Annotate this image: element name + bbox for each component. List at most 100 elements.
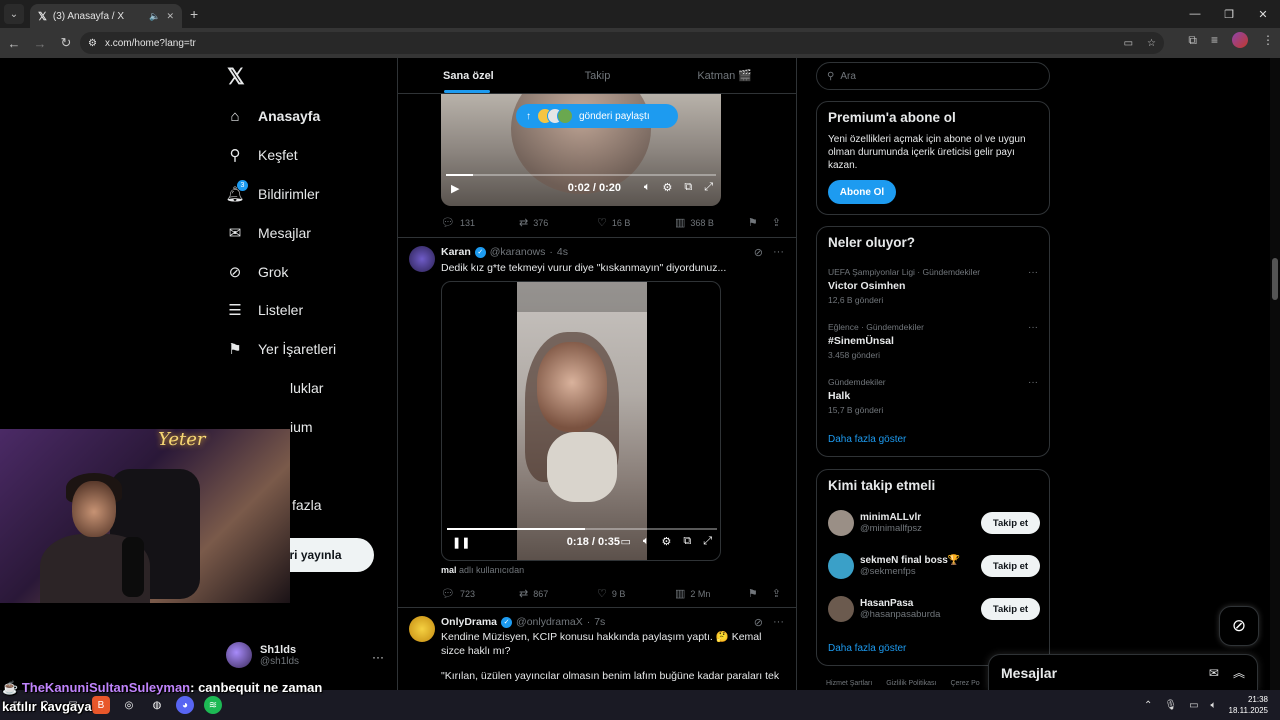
tab-search-button[interactable]: ⌄: [4, 4, 24, 24]
bookmark-icon[interactable]: ⚑: [748, 587, 758, 600]
forward-button[interactable]: →: [28, 36, 52, 51]
tweet-time[interactable]: 7s: [594, 616, 605, 628]
trend-item[interactable]: Eğlence · Gündemdekiler #SinemÜnsal 3.45…: [828, 322, 1038, 360]
nav-lists[interactable]: ☰ Listeler: [226, 298, 303, 322]
browser-tab[interactable]: 𝕏 (3) Anasayfa / X 🔈 ✕: [30, 4, 182, 28]
volume-icon[interactable]: 🔈︎: [644, 181, 651, 194]
new-posts-pill[interactable]: ↑ gönderi paylaştı: [516, 104, 678, 128]
share-icon[interactable]: ⇪: [772, 587, 781, 600]
views-button[interactable]: ▥ 368 B: [675, 216, 753, 229]
repost-button[interactable]: ⇄ 867: [519, 587, 597, 600]
nav-grok[interactable]: ⊘ Grok: [226, 260, 289, 284]
follow-button[interactable]: Takip et: [981, 555, 1040, 577]
cookie-link[interactable]: Çerez Po: [950, 680, 979, 687]
nav-bookmarks[interactable]: ⚑ Yer İşaretleri: [226, 337, 336, 361]
tweet-handle[interactable]: @karanows: [490, 246, 546, 258]
source-user[interactable]: mal: [441, 565, 457, 575]
terms-link[interactable]: Hizmet Şartları: [826, 680, 872, 687]
maximize-button[interactable]: ❐: [1212, 0, 1246, 28]
follow-suggestion[interactable]: sekmeN final boss🏆 @sekmenfps Takip et: [828, 553, 1040, 579]
follow-button[interactable]: Takip et: [981, 512, 1040, 534]
x-logo-icon[interactable]: 𝕏: [227, 64, 245, 90]
settings-icon[interactable]: ⚙: [661, 535, 671, 548]
show-more-follow-link[interactable]: Daha fazla göster: [828, 643, 906, 654]
new-tab-button[interactable]: +: [190, 6, 198, 22]
tweet-time[interactable]: 4s: [557, 246, 568, 258]
pip-icon[interactable]: ⧉: [683, 535, 691, 548]
reply-button[interactable]: 💬︎ 723: [441, 587, 519, 600]
tray-overflow-icon[interactable]: ⌃: [1144, 700, 1152, 711]
captions-icon[interactable]: ▭: [620, 535, 630, 548]
more-icon[interactable]: ···: [773, 616, 784, 629]
follow-button[interactable]: Takip et: [981, 598, 1040, 620]
media-control-icon[interactable]: ≡: [1211, 33, 1218, 47]
nav-premium[interactable]: ium: [290, 415, 313, 439]
expand-icon[interactable]: ︽: [1233, 664, 1245, 681]
tab-audio-icon[interactable]: 🔈: [149, 11, 160, 22]
account-switcher[interactable]: Sh1lds @sh1lds: [226, 642, 299, 668]
site-info-icon[interactable]: ⚙: [88, 38, 97, 49]
nav-communities[interactable]: luklar: [290, 376, 323, 400]
new-message-icon[interactable]: ✉: [1209, 666, 1219, 680]
cast-icon[interactable]: ▭: [1124, 38, 1133, 49]
follow-suggestion[interactable]: HasanPasa @hasanpasaburda Takip et: [828, 596, 1040, 622]
reply-button[interactable]: 💬︎ 131: [441, 216, 519, 229]
bookmark-star-icon[interactable]: ☆: [1147, 38, 1156, 49]
like-button[interactable]: ♡ 9 B: [597, 587, 675, 600]
privacy-link[interactable]: Gizlilik Politikası: [886, 680, 936, 687]
tweet1-video[interactable]: ↑ gönderi paylaştı ▶ 0:02 / 0:20 🔈︎ ⚙ ⧉ …: [441, 94, 721, 206]
grok-icon[interactable]: ⊘: [754, 246, 763, 259]
messages-drawer[interactable]: Mesajlar ✉ ︽: [988, 654, 1258, 690]
volume-icon[interactable]: 🔈︎: [643, 535, 650, 548]
nav-home[interactable]: ⌂ Anasayfa: [226, 104, 320, 128]
tab-layer[interactable]: Katman 🎬: [649, 58, 796, 93]
nav-notifications[interactable]: 🔔︎ 3 Bildirimler: [225, 180, 319, 206]
pause-icon[interactable]: ❚❚: [452, 536, 470, 549]
more-icon[interactable]: ···: [773, 246, 784, 259]
follow-suggestion[interactable]: minimALLvlr @minimallfpsz Takip et: [828, 510, 1040, 536]
bookmark-icon[interactable]: ⚑: [748, 216, 758, 229]
more-icon[interactable]: ···: [1028, 322, 1038, 333]
tweet2-video[interactable]: ❚❚ 0:18 / 0:35 ▭ 🔈︎ ⚙ ⧉ ⤢: [441, 281, 721, 561]
reload-button[interactable]: ↻: [54, 35, 78, 51]
tab-following[interactable]: Takip: [546, 58, 649, 93]
mic-icon[interactable]: 🎙︎: [1164, 700, 1177, 711]
like-button[interactable]: ♡ 16 B: [597, 216, 675, 229]
nav-more[interactable]: fazla: [292, 493, 322, 517]
play-icon[interactable]: ▶: [451, 182, 459, 195]
tab-close-icon[interactable]: ✕: [166, 11, 174, 22]
speaker-icon[interactable]: 🔈︎: [1211, 700, 1217, 711]
browser-profile-avatar[interactable]: [1232, 32, 1248, 48]
tab-for-you[interactable]: Sana özel: [398, 58, 546, 93]
avatar[interactable]: [409, 616, 435, 642]
trend-item[interactable]: Gündemdekiler Halk 15,7 B gönderi ···: [828, 377, 1038, 415]
subscribe-button[interactable]: Abone Ol: [828, 180, 896, 204]
more-icon[interactable]: ···: [1028, 377, 1038, 388]
tweet-author[interactable]: OnlyDrama: [441, 616, 497, 628]
settings-icon[interactable]: ⚙: [662, 181, 672, 194]
fullscreen-icon[interactable]: ⤢: [704, 181, 713, 194]
network-icon[interactable]: ▭: [1189, 700, 1198, 711]
clock[interactable]: 21:38 18.11.2025: [1229, 694, 1268, 716]
more-icon[interactable]: ···: [1028, 267, 1038, 278]
views-button[interactable]: ▥ 2 Mn: [675, 587, 753, 600]
video-progress-bar[interactable]: [446, 174, 716, 176]
back-button[interactable]: ←: [2, 36, 26, 51]
minimize-button[interactable]: —: [1178, 0, 1212, 28]
tweet-handle[interactable]: @onlydramaX: [516, 616, 583, 628]
repost-button[interactable]: ⇄ 376: [519, 216, 597, 229]
grok-icon[interactable]: ⊘: [754, 616, 763, 629]
close-window-button[interactable]: ✕: [1246, 0, 1280, 28]
tweet-author[interactable]: Karan: [441, 246, 471, 258]
search-input[interactable]: ⚲ Ara: [816, 62, 1050, 90]
trend-item[interactable]: UEFA Şampiyonlar Ligi · Gündemdekiler Vi…: [828, 267, 1038, 305]
show-more-trends-link[interactable]: Daha fazla göster: [828, 434, 906, 445]
account-more-icon[interactable]: ···: [372, 650, 384, 664]
share-icon[interactable]: ⇪: [772, 216, 781, 229]
nav-messages[interactable]: ✉ Mesajlar: [226, 221, 311, 245]
page-scrollbar[interactable]: [1270, 58, 1280, 690]
fullscreen-icon[interactable]: ⤢: [703, 535, 712, 548]
nav-explore[interactable]: ⚲ Keşfet: [226, 143, 298, 167]
pip-icon[interactable]: ⧉: [684, 181, 692, 194]
avatar[interactable]: [409, 246, 435, 272]
